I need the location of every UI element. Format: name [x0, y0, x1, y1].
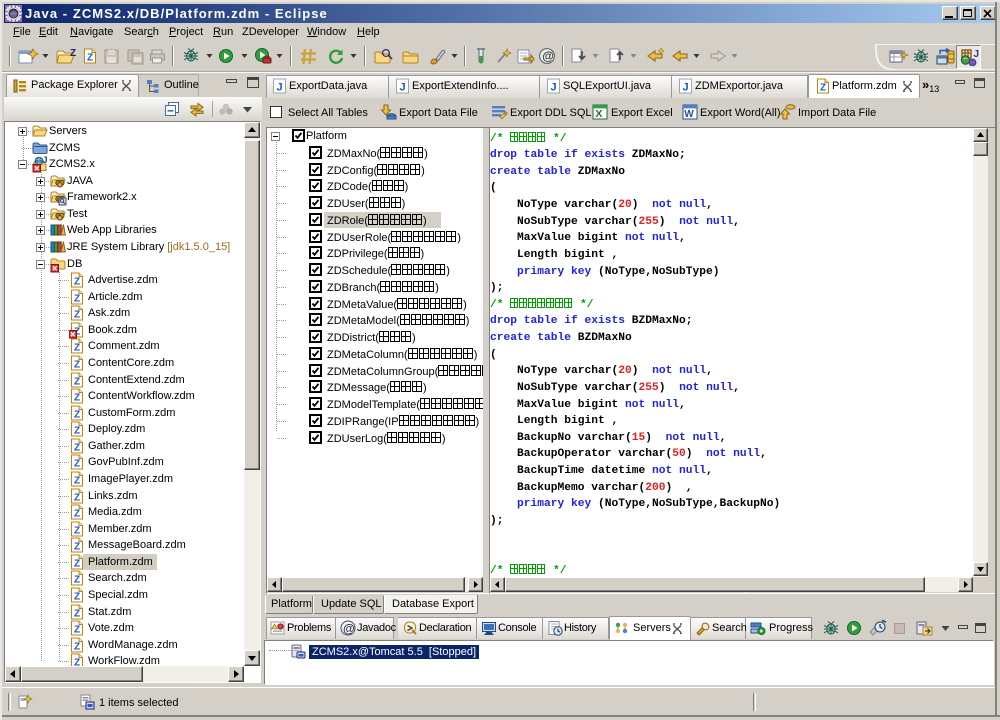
svg-text:J: J [974, 49, 980, 60]
svg-text:Z: Z [70, 48, 76, 59]
svg-text:X: X [595, 108, 602, 120]
svg-text:@: @ [542, 49, 554, 63]
svg-text:W: W [684, 109, 694, 120]
